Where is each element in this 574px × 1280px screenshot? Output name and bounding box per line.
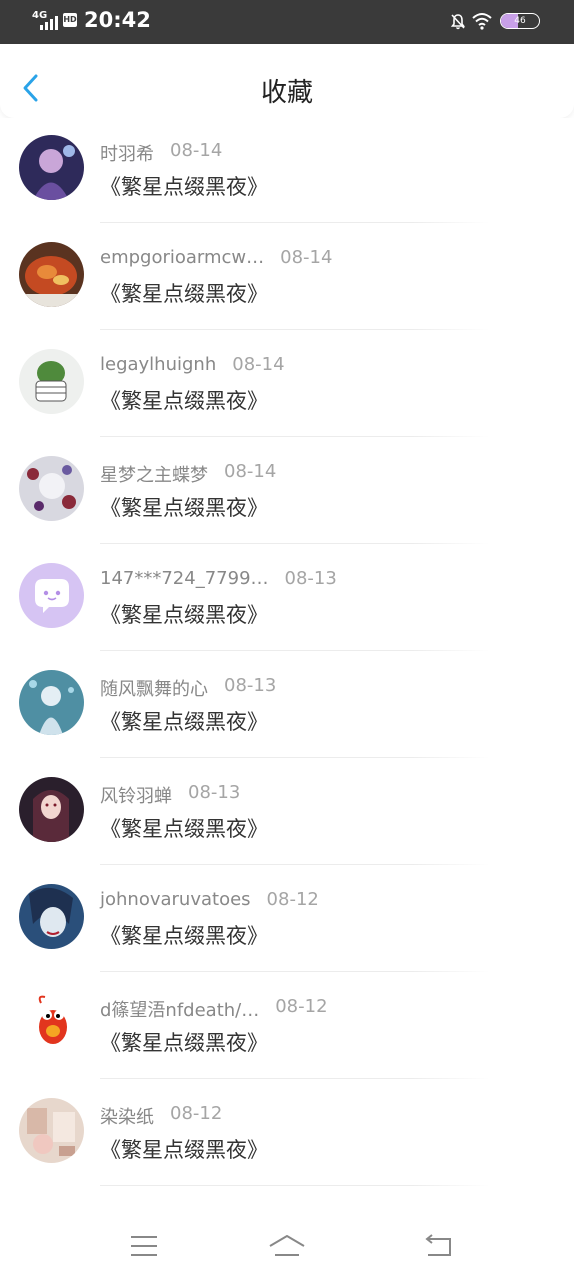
avatar[interactable]: [19, 456, 84, 521]
item-date: 08-13: [224, 675, 277, 696]
item-meta: 随风飘舞的心 08-13: [100, 675, 276, 701]
user-name[interactable]: johnovaruvatoes: [100, 889, 251, 910]
page-title: 收藏: [260, 78, 313, 108]
divider: [100, 329, 490, 330]
nav-bar: [0, 1212, 574, 1280]
user-name[interactable]: 时羽希: [100, 140, 154, 166]
list-item[interactable]: johnovaruvatoes 08-12 《繁星点缀黑夜》: [0, 867, 574, 974]
item-date: 08-12: [275, 996, 328, 1017]
avatar[interactable]: [19, 563, 84, 628]
avatar[interactable]: [19, 135, 84, 200]
divider: [100, 650, 490, 651]
divider: [100, 436, 490, 437]
user-name[interactable]: empgorioarmcw…: [100, 247, 264, 268]
item-date: 08-12: [170, 1103, 223, 1124]
list-item[interactable]: 随风飘舞的心 08-13 《繁星点缀黑夜》: [0, 653, 574, 760]
menu-icon[interactable]: [124, 1230, 164, 1262]
item-date: 08-12: [266, 889, 319, 910]
work-title[interactable]: 《繁星点缀黑夜》: [100, 813, 268, 843]
battery-icon: 46: [500, 13, 540, 29]
work-title[interactable]: 《繁星点缀黑夜》: [100, 1027, 268, 1057]
divider: [100, 757, 490, 758]
avatar[interactable]: [19, 1098, 84, 1163]
item-date: 08-13: [188, 782, 241, 803]
avatar[interactable]: [19, 991, 84, 1056]
divider: [100, 543, 490, 544]
divider: [100, 222, 490, 223]
list-item[interactable]: 147***724_7799… 08-13 《繁星点缀黑夜》: [0, 546, 574, 653]
divider: [100, 971, 490, 972]
work-title[interactable]: 《繁星点缀黑夜》: [100, 599, 268, 629]
work-title[interactable]: 《繁星点缀黑夜》: [100, 920, 268, 950]
list-item[interactable]: 时羽希 08-14 《繁星点缀黑夜》: [0, 118, 574, 225]
user-name[interactable]: 星梦之主蝶梦: [100, 461, 208, 487]
back-icon[interactable]: [418, 1230, 458, 1262]
list-item[interactable]: d篠望浯nfdeath/… 08-12 《繁星点缀黑夜》: [0, 974, 574, 1081]
work-title[interactable]: 《繁星点缀黑夜》: [100, 706, 268, 736]
divider: [100, 1078, 490, 1079]
user-name[interactable]: legaylhuignh: [100, 354, 216, 375]
hd-icon: HD: [63, 13, 77, 27]
favorites-list: 时羽希 08-14 《繁星点缀黑夜》 empgorioarmcw… 08-14 《繁星点缀…: [0, 118, 574, 1212]
wifi-icon: [472, 12, 492, 30]
divider: [100, 864, 490, 865]
item-meta: empgorioarmcw… 08-14: [100, 247, 332, 268]
avatar[interactable]: [19, 242, 84, 307]
status-bar: 4G HD 20:42 46: [0, 0, 574, 44]
item-meta: 147***724_7799… 08-13: [100, 568, 337, 589]
item-meta: johnovaruvatoes 08-12: [100, 889, 319, 910]
signal-icon: [40, 16, 60, 30]
item-date: 08-14: [170, 140, 223, 161]
work-title[interactable]: 《繁星点缀黑夜》: [100, 1134, 268, 1164]
item-meta: 星梦之主蝶梦 08-14: [100, 461, 276, 487]
user-name[interactable]: 随风飘舞的心: [100, 675, 208, 701]
avatar[interactable]: [19, 777, 84, 842]
item-meta: legaylhuignh 08-14: [100, 354, 285, 375]
mute-bell-icon: [450, 13, 466, 30]
user-name[interactable]: 染染纸: [100, 1103, 154, 1129]
item-date: 08-14: [232, 354, 285, 375]
item-meta: d篠望浯nfdeath/… 08-12: [100, 996, 328, 1022]
work-title[interactable]: 《繁星点缀黑夜》: [100, 492, 268, 522]
work-title[interactable]: 《繁星点缀黑夜》: [100, 385, 268, 415]
avatar[interactable]: [19, 884, 84, 949]
battery-level: 46: [514, 16, 526, 26]
avatar[interactable]: [19, 670, 84, 735]
work-title[interactable]: 《繁星点缀黑夜》: [100, 278, 268, 308]
divider: [100, 1185, 490, 1186]
list-item[interactable]: empgorioarmcw… 08-14 《繁星点缀黑夜》: [0, 225, 574, 332]
work-title[interactable]: 《繁星点缀黑夜》: [100, 171, 268, 201]
item-meta: 风铃羽蝉 08-13: [100, 782, 240, 808]
header: 收藏: [0, 44, 574, 118]
user-name[interactable]: 风铃羽蝉: [100, 782, 172, 808]
item-meta: 时羽希 08-14: [100, 140, 222, 166]
user-name[interactable]: 147***724_7799…: [100, 568, 269, 589]
list-item[interactable]: 染染纸 08-12 《繁星点缀黑夜》: [0, 1081, 574, 1188]
clock: 20:42: [84, 8, 151, 32]
item-date: 08-14: [280, 247, 333, 268]
user-name[interactable]: d篠望浯nfdeath/…: [100, 996, 259, 1022]
list-item[interactable]: 风铃羽蝉 08-13 《繁星点缀黑夜》: [0, 760, 574, 867]
item-date: 08-13: [284, 568, 337, 589]
avatar[interactable]: [19, 349, 84, 414]
home-icon[interactable]: [267, 1230, 307, 1262]
list-item[interactable]: 星梦之主蝶梦 08-14 《繁星点缀黑夜》: [0, 439, 574, 546]
item-meta: 染染纸 08-12: [100, 1103, 222, 1129]
list-item[interactable]: legaylhuignh 08-14 《繁星点缀黑夜》: [0, 332, 574, 439]
item-date: 08-14: [224, 461, 277, 482]
